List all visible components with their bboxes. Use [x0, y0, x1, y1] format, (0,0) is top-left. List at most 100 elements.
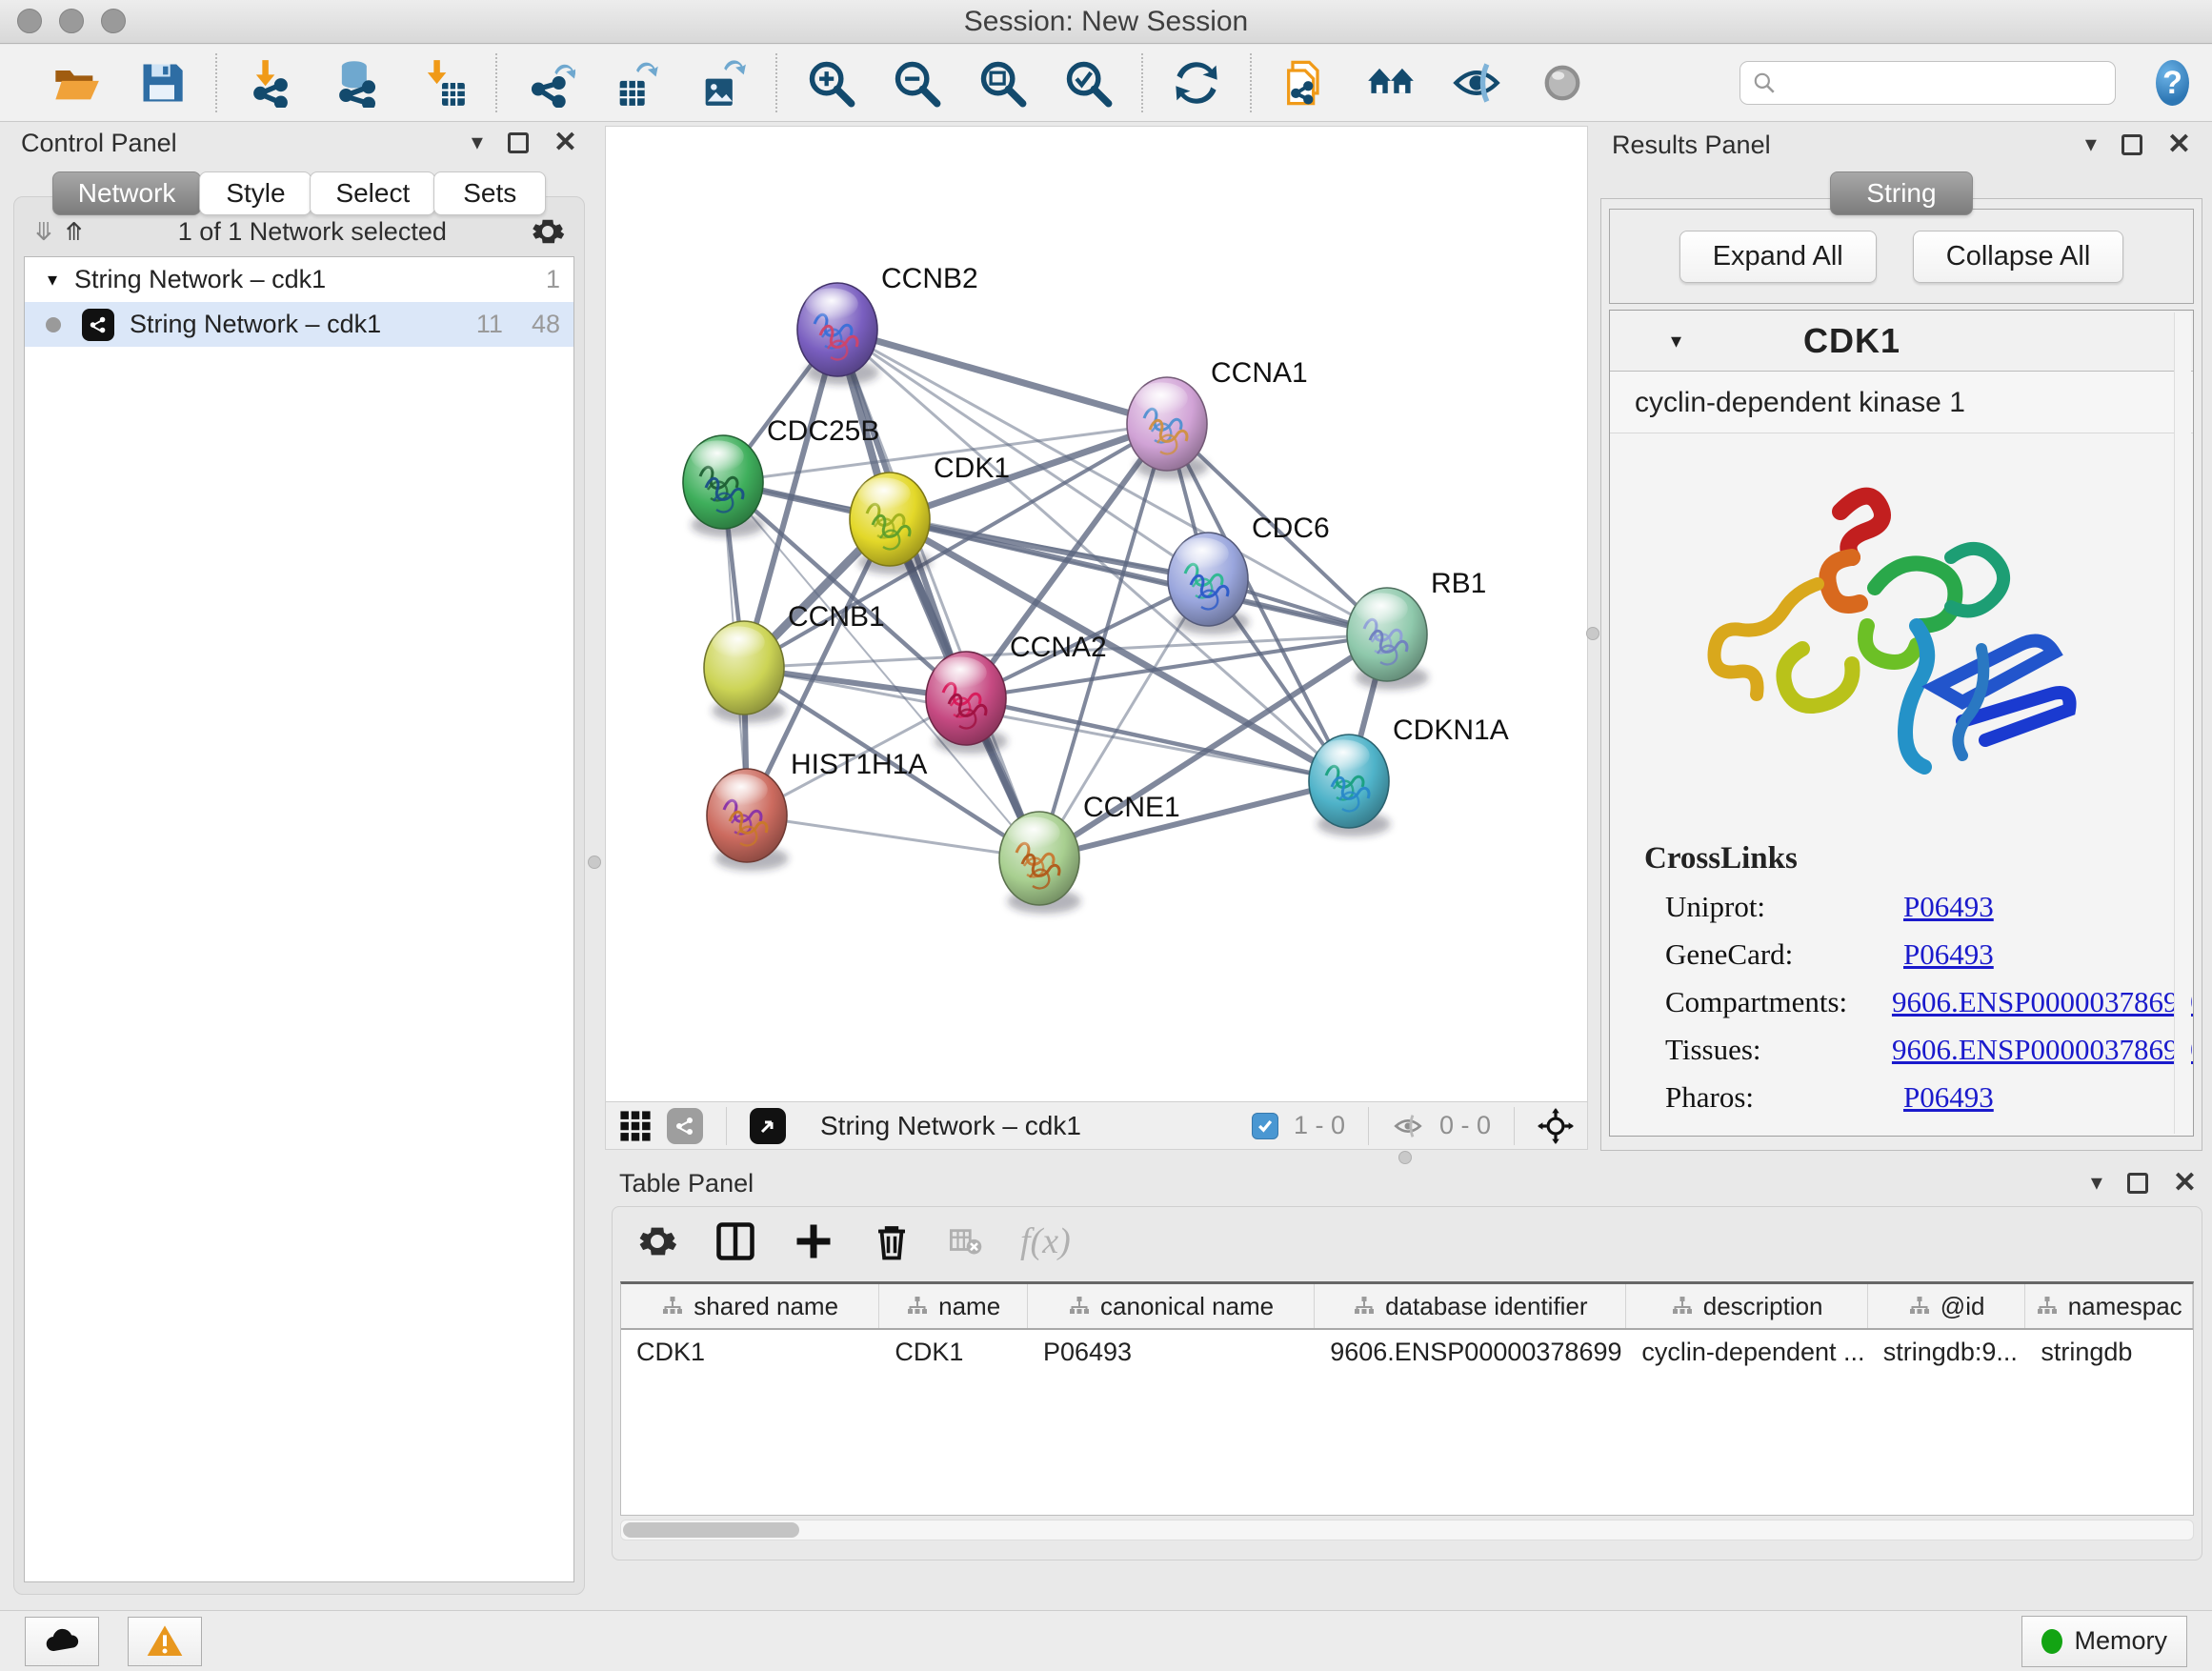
- bottom-splitter-handle[interactable]: [1398, 1151, 1412, 1164]
- export-image-button[interactable]: [695, 56, 749, 110]
- collapse-all-networks-icon[interactable]: ⤋: [33, 217, 50, 247]
- node-CDKN1A[interactable]: CDKN1A: [1309, 715, 1509, 836]
- share-view-icon[interactable]: [667, 1108, 703, 1144]
- table-cell[interactable]: stringdb: [2025, 1330, 2193, 1374]
- network-options-gear-icon[interactable]: [531, 214, 565, 249]
- search-input[interactable]: [1784, 69, 2103, 98]
- expand-all-networks-icon[interactable]: ⤊: [64, 217, 81, 247]
- export-table-button[interactable]: [610, 56, 663, 110]
- crosslink-link[interactable]: P06493: [1903, 1080, 1994, 1115]
- node-CCNA1[interactable]: CCNA1: [1127, 357, 1308, 479]
- crosslink-link[interactable]: 9606.ENSP00000378699: [1892, 1033, 2193, 1067]
- import-network-icon: [246, 58, 295, 108]
- tab-network[interactable]: Network: [52, 171, 202, 215]
- node-label-CDKN1A: CDKN1A: [1393, 715, 1509, 746]
- crosslink-link[interactable]: P06493: [1903, 890, 1994, 924]
- node-HIST1H1A[interactable]: HIST1H1A: [707, 749, 927, 871]
- update-network-button[interactable]: [1170, 56, 1223, 110]
- node-details-header[interactable]: ▾ CDK1: [1610, 311, 2193, 372]
- zoom-fit-button[interactable]: [975, 56, 1029, 110]
- edge-CCNA2-CDKN1A[interactable]: [966, 698, 1349, 781]
- open-session-button[interactable]: [50, 56, 103, 110]
- table-cell[interactable]: 9606.ENSP00000378699: [1315, 1330, 1626, 1374]
- column-header-namespac[interactable]: namespac: [2025, 1284, 2193, 1328]
- panel-close-icon[interactable]: ✕: [553, 129, 577, 157]
- expand-all-button[interactable]: Expand All: [1679, 231, 1877, 283]
- warnings-button[interactable]: [128, 1617, 202, 1666]
- panel-float-icon[interactable]: [508, 132, 529, 153]
- birdseye-toggle-icon[interactable]: [750, 1108, 786, 1144]
- tab-sets[interactable]: Sets: [433, 171, 546, 215]
- edge-count: 48: [532, 310, 560, 339]
- export-network-icon: [526, 58, 575, 108]
- string-results-tab[interactable]: String: [1830, 171, 1973, 215]
- show-all-networks-button[interactable]: [1364, 56, 1418, 110]
- clone-network-button[interactable]: [1278, 56, 1332, 110]
- crosslink-link[interactable]: 9606.ENSP00000378699: [1892, 985, 2193, 1019]
- column-header-name[interactable]: name: [879, 1284, 1028, 1328]
- table-row[interactable]: CDK1CDK1P064939606.ENSP00000378699cyclin…: [621, 1330, 2193, 1374]
- panel-collapse-icon[interactable]: ▾: [472, 131, 483, 154]
- tab-select[interactable]: Select: [310, 171, 435, 215]
- save-session-button[interactable]: [135, 56, 189, 110]
- pan-crosshair-icon[interactable]: [1538, 1108, 1574, 1144]
- table-cell[interactable]: cyclin-dependent ...: [1626, 1330, 1867, 1374]
- tree-expand-icon[interactable]: ▾: [48, 268, 57, 292]
- help-button[interactable]: ?: [2156, 60, 2189, 106]
- show-columns-icon[interactable]: [715, 1221, 755, 1261]
- cloud-status-button[interactable]: [25, 1617, 99, 1666]
- table-cell[interactable]: CDK1: [879, 1330, 1028, 1374]
- column-header--id[interactable]: @id: [1868, 1284, 2026, 1328]
- table-horizontal-scrollbar[interactable]: [620, 1520, 2194, 1540]
- column-header-description[interactable]: description: [1626, 1284, 1867, 1328]
- hide-selected-button[interactable]: [1450, 56, 1503, 110]
- zoom-in-button[interactable]: [804, 56, 857, 110]
- table-cell[interactable]: stringdb:9...: [1868, 1330, 2026, 1374]
- export-network-button[interactable]: [524, 56, 577, 110]
- network-collection-row[interactable]: ▾ String Network – cdk1 1: [25, 257, 573, 302]
- column-header-canonical-name[interactable]: canonical name: [1028, 1284, 1315, 1328]
- import-table-file-button[interactable]: [415, 56, 469, 110]
- network-row-selected[interactable]: String Network – cdk1 11 48: [25, 302, 573, 347]
- table-cell[interactable]: CDK1: [621, 1330, 879, 1374]
- eye-slash-icon: [1452, 58, 1501, 108]
- node-CCNB2[interactable]: CCNB2: [797, 263, 978, 385]
- selected-nodes-checkbox[interactable]: [1252, 1113, 1278, 1139]
- table-options-gear-icon[interactable]: [637, 1221, 677, 1261]
- results-close-icon[interactable]: ✕: [2167, 131, 2191, 159]
- memory-button[interactable]: Memory: [2021, 1616, 2187, 1667]
- crosslink-link[interactable]: P06493: [1903, 937, 1994, 972]
- table-cell[interactable]: P06493: [1028, 1330, 1315, 1374]
- column-header-database-identifier[interactable]: database identifier: [1315, 1284, 1626, 1328]
- highlight-orb-button[interactable]: [1536, 56, 1589, 110]
- table-float-icon[interactable]: [2127, 1173, 2148, 1194]
- results-float-icon[interactable]: [2122, 134, 2142, 155]
- column-header-shared-name[interactable]: shared name: [621, 1284, 879, 1328]
- zoom-selected-button[interactable]: [1061, 56, 1115, 110]
- right-splitter-handle[interactable]: [1586, 627, 1599, 640]
- zoom-fit-icon: [977, 58, 1027, 108]
- results-collapse-icon[interactable]: ▾: [2085, 133, 2097, 156]
- entry-collapse-icon[interactable]: ▾: [1671, 329, 1681, 353]
- add-column-icon[interactable]: [794, 1221, 834, 1261]
- tab-style[interactable]: Style: [199, 171, 312, 215]
- edge-CCNB2-CCNA1[interactable]: [837, 330, 1167, 424]
- network-canvas[interactable]: CCNB2CCNA1CDC25BCDK1CDC6RB1CCNB1CCNA2CDK…: [606, 127, 1587, 1100]
- zoom-out-button[interactable]: [890, 56, 943, 110]
- results-scrollbar[interactable]: [2174, 312, 2191, 1134]
- grid-view-icon[interactable]: [619, 1110, 652, 1142]
- search-box[interactable]: [1739, 61, 2116, 105]
- collapse-all-button[interactable]: Collapse All: [1913, 231, 2124, 283]
- results-panel-title: Results Panel: [1612, 131, 1771, 160]
- import-network-file-button[interactable]: [244, 56, 297, 110]
- control-panel-title: Control Panel: [21, 129, 177, 158]
- node-RB1[interactable]: RB1: [1347, 568, 1486, 690]
- table-collapse-icon[interactable]: ▾: [2091, 1172, 2102, 1195]
- scrollbar-thumb[interactable]: [623, 1522, 799, 1538]
- left-splitter-handle[interactable]: [588, 856, 601, 869]
- node-CCNE1[interactable]: CCNE1: [999, 792, 1180, 914]
- delete-column-icon[interactable]: [872, 1221, 912, 1261]
- edge-HIST1H1A-CCNE1[interactable]: [747, 815, 1039, 858]
- table-close-icon[interactable]: ✕: [2173, 1169, 2197, 1198]
- import-network-database-button[interactable]: [330, 56, 383, 110]
